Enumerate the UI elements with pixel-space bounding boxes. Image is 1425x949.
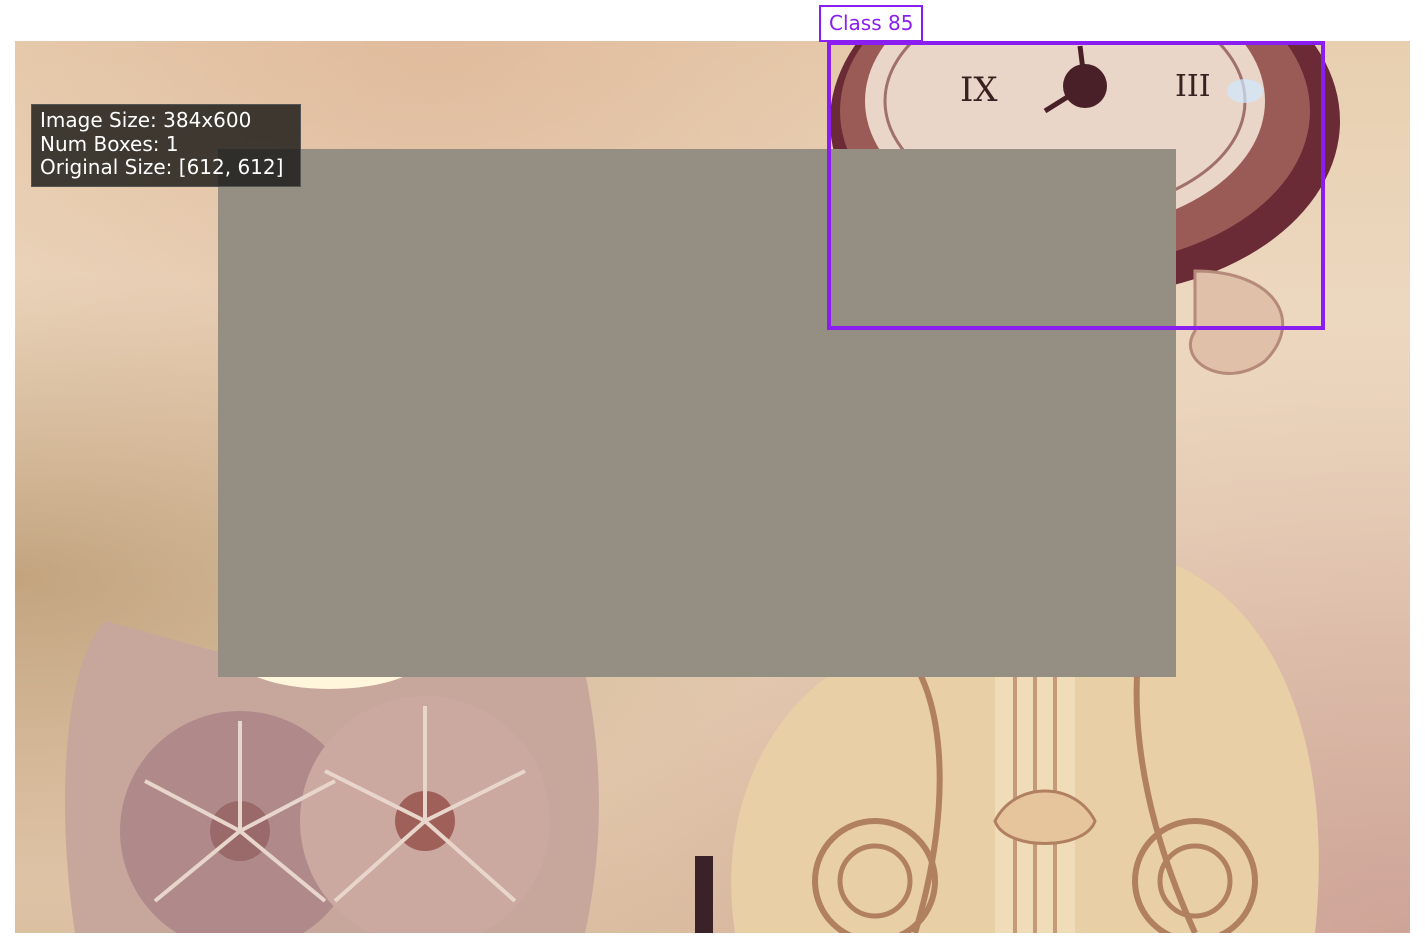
original-size-text: Original Size: [612, 612]: [40, 155, 284, 179]
info-panel: Image Size: 384x600 Num Boxes: 1 Origina…: [31, 104, 301, 187]
bounding-box-label: Class 85: [819, 5, 924, 42]
num-boxes-text: Num Boxes: 1: [40, 131, 179, 156]
dark-object: [695, 856, 713, 933]
image-size-text: Image Size: 384x600: [40, 108, 252, 132]
bounding-box: [827, 41, 1325, 330]
